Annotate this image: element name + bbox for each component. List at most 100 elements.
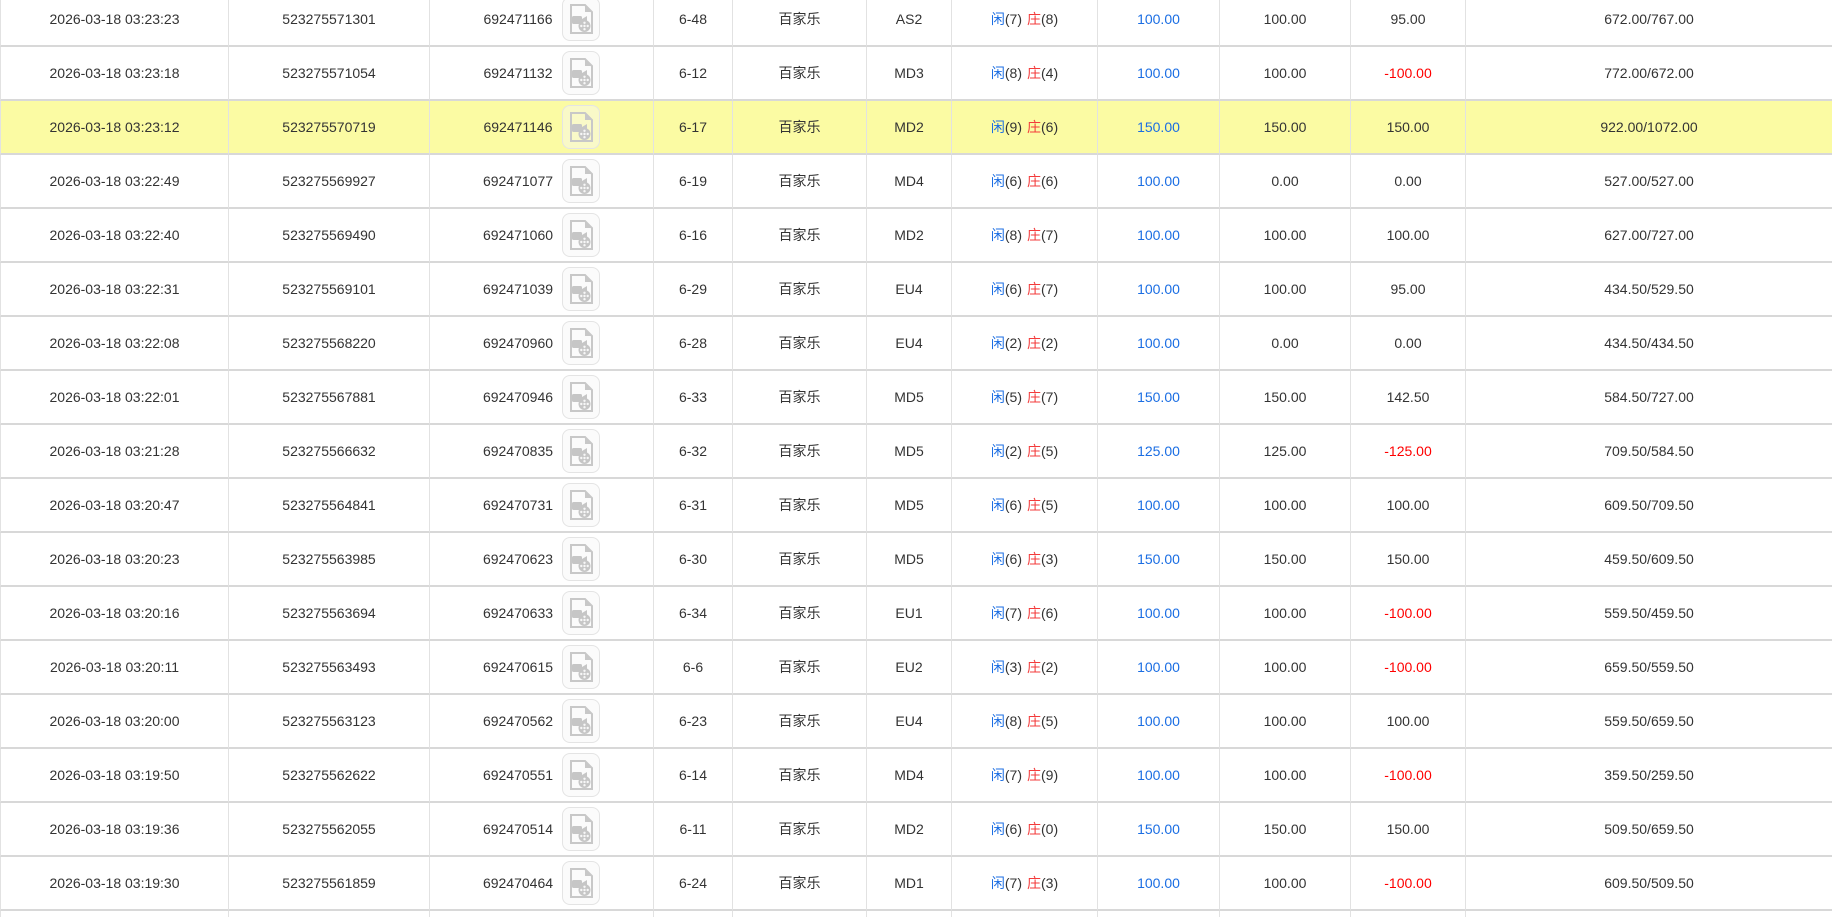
bet-amount-link[interactable]: 150.00 [1137,119,1180,135]
video-replay-button[interactable] [562,429,600,473]
bet-amount-cell: 100.00 [1098,857,1220,911]
order-id-cell: 523275569101 [229,263,430,317]
balance-cell: 659.50/559.50 [1466,641,1832,695]
room-code-value: MD5 [894,389,924,405]
table-row[interactable]: 2026-03-18 03:19:36 523275562055 6924705… [0,803,1832,857]
result-cell: 闲(9)庄(6) [952,101,1098,155]
table-row[interactable]: 2026-03-18 03:20:11 523275563493 6924706… [0,641,1832,695]
table-row[interactable]: 2026-03-18 03:22:08 523275568220 6924709… [0,317,1832,371]
bet-amount-link[interactable]: 150.00 [1137,821,1180,837]
video-replay-button[interactable] [562,645,600,689]
game-type-cell [733,911,867,917]
result-cell: 闲(6)庄(7) [952,263,1098,317]
table-row[interactable]: 2026-03-18 03:19:50 523275562622 6924705… [0,749,1832,803]
result-cell: 闲(2)庄(5) [952,425,1098,479]
order-id-cell: 523275564841 [229,479,430,533]
room-code-cell: EU4 [867,263,952,317]
table-number-cell: 6-34 [654,587,733,641]
round-id-value: 692470835 [483,443,553,459]
bet-time-cell: 2026-03-18 03:19:36 [0,803,229,857]
video-replay-button[interactable] [562,753,600,797]
table-row[interactable]: 2026-03-18 03:23:18 523275571054 6924711… [0,47,1832,101]
player-label: 闲 [991,605,1005,621]
bet-amount-link[interactable]: 100.00 [1137,173,1180,189]
win-loss-cell: -100.00 [1351,587,1466,641]
bet-time-cell: 2026-03-18 03:20:00 [0,695,229,749]
bet-amount-link[interactable]: 100.00 [1137,497,1180,513]
video-replay-icon [569,220,593,250]
banker-label: 庄 [1027,875,1041,891]
banker-score: (6) [1041,173,1058,189]
table-row[interactable]: 2026-03-18 03:22:01 523275567881 6924709… [0,371,1832,425]
win-loss-cell: -100.00 [1351,47,1466,101]
bet-amount-link[interactable]: 150.00 [1137,389,1180,405]
table-row[interactable]: 2026-03-18 03:23:12 523275570719 6924711… [0,101,1832,155]
room-code-cell: MD5 [867,425,952,479]
table-row[interactable]: 2026-03-18 03:20:47 523275564841 6924707… [0,479,1832,533]
bet-amount-cell: 100.00 [1098,263,1220,317]
video-replay-button[interactable] [562,0,600,41]
bet-amount-link[interactable]: 100.00 [1137,65,1180,81]
table-row[interactable] [0,911,1832,917]
valid-bet-cell: 100.00 [1220,209,1351,263]
order-id-cell: 523275562055 [229,803,430,857]
room-code-value: EU2 [895,659,922,675]
video-replay-button[interactable] [562,807,600,851]
order-id-cell: 523275563985 [229,533,430,587]
table-row[interactable]: 2026-03-18 03:22:49 523275569927 6924710… [0,155,1832,209]
video-replay-button[interactable] [562,375,600,419]
table-number-cell: 6-24 [654,857,733,911]
order-id-cell: 523275563694 [229,587,430,641]
video-replay-button[interactable] [562,51,600,95]
video-replay-button[interactable] [562,267,600,311]
table-row[interactable]: 2026-03-18 03:23:23 523275571301 6924711… [0,0,1832,47]
valid-bet-cell: 0.00 [1220,317,1351,371]
win-loss-cell: 95.00 [1351,0,1466,47]
video-replay-button[interactable] [562,483,600,527]
player-score: (6) [1005,821,1022,837]
game-type-cell: 百家乐 [733,803,867,857]
round-id-value: 692470960 [483,335,553,351]
balance-cell: 627.00/727.00 [1466,209,1832,263]
round-id-cell: 692471146 [430,101,654,155]
bet-amount-link[interactable]: 100.00 [1137,11,1180,27]
bet-records-grid: 2026-03-18 03:23:23 523275571301 6924711… [0,0,1832,917]
table-row[interactable]: 2026-03-18 03:20:23 523275563985 6924706… [0,533,1832,587]
bet-amount-link[interactable]: 100.00 [1137,713,1180,729]
bet-amount-link[interactable]: 100.00 [1137,659,1180,675]
bet-amount-link[interactable]: 100.00 [1137,281,1180,297]
bet-amount-link[interactable]: 100.00 [1137,335,1180,351]
bet-time-cell: 2026-03-18 03:22:31 [0,263,229,317]
video-replay-button[interactable] [562,213,600,257]
bet-amount-cell: 100.00 [1098,317,1220,371]
table-row[interactable]: 2026-03-18 03:22:40 523275569490 6924710… [0,209,1832,263]
table-row[interactable]: 2026-03-18 03:19:30 523275561859 6924704… [0,857,1832,911]
video-replay-button[interactable] [562,861,600,905]
bet-amount-link[interactable]: 100.00 [1137,875,1180,891]
bet-amount-link[interactable]: 100.00 [1137,605,1180,621]
video-replay-button[interactable] [562,159,600,203]
player-label: 闲 [991,227,1005,243]
table-number-cell: 6-6 [654,641,733,695]
table-row[interactable]: 2026-03-18 03:20:16 523275563694 6924706… [0,587,1832,641]
table-row[interactable]: 2026-03-18 03:22:31 523275569101 6924710… [0,263,1832,317]
bet-amount-link[interactable]: 125.00 [1137,443,1180,459]
video-replay-button[interactable] [562,105,600,149]
bet-amount-link[interactable]: 150.00 [1137,551,1180,567]
room-code-value: MD4 [894,767,924,783]
game-type-cell: 百家乐 [733,479,867,533]
video-replay-button[interactable] [562,591,600,635]
game-type-cell: 百家乐 [733,371,867,425]
game-type-cell: 百家乐 [733,587,867,641]
table-row[interactable]: 2026-03-18 03:20:00 523275563123 6924705… [0,695,1832,749]
table-row[interactable]: 2026-03-18 03:21:28 523275566632 6924708… [0,425,1832,479]
valid-bet-cell: 150.00 [1220,533,1351,587]
bet-amount-link[interactable]: 100.00 [1137,767,1180,783]
video-replay-button[interactable] [562,699,600,743]
room-code-value: EU1 [895,605,922,621]
result-cell [952,911,1098,917]
bet-amount-link[interactable]: 100.00 [1137,227,1180,243]
order-id-cell: 523275566632 [229,425,430,479]
video-replay-button[interactable] [562,537,600,581]
video-replay-button[interactable] [562,321,600,365]
